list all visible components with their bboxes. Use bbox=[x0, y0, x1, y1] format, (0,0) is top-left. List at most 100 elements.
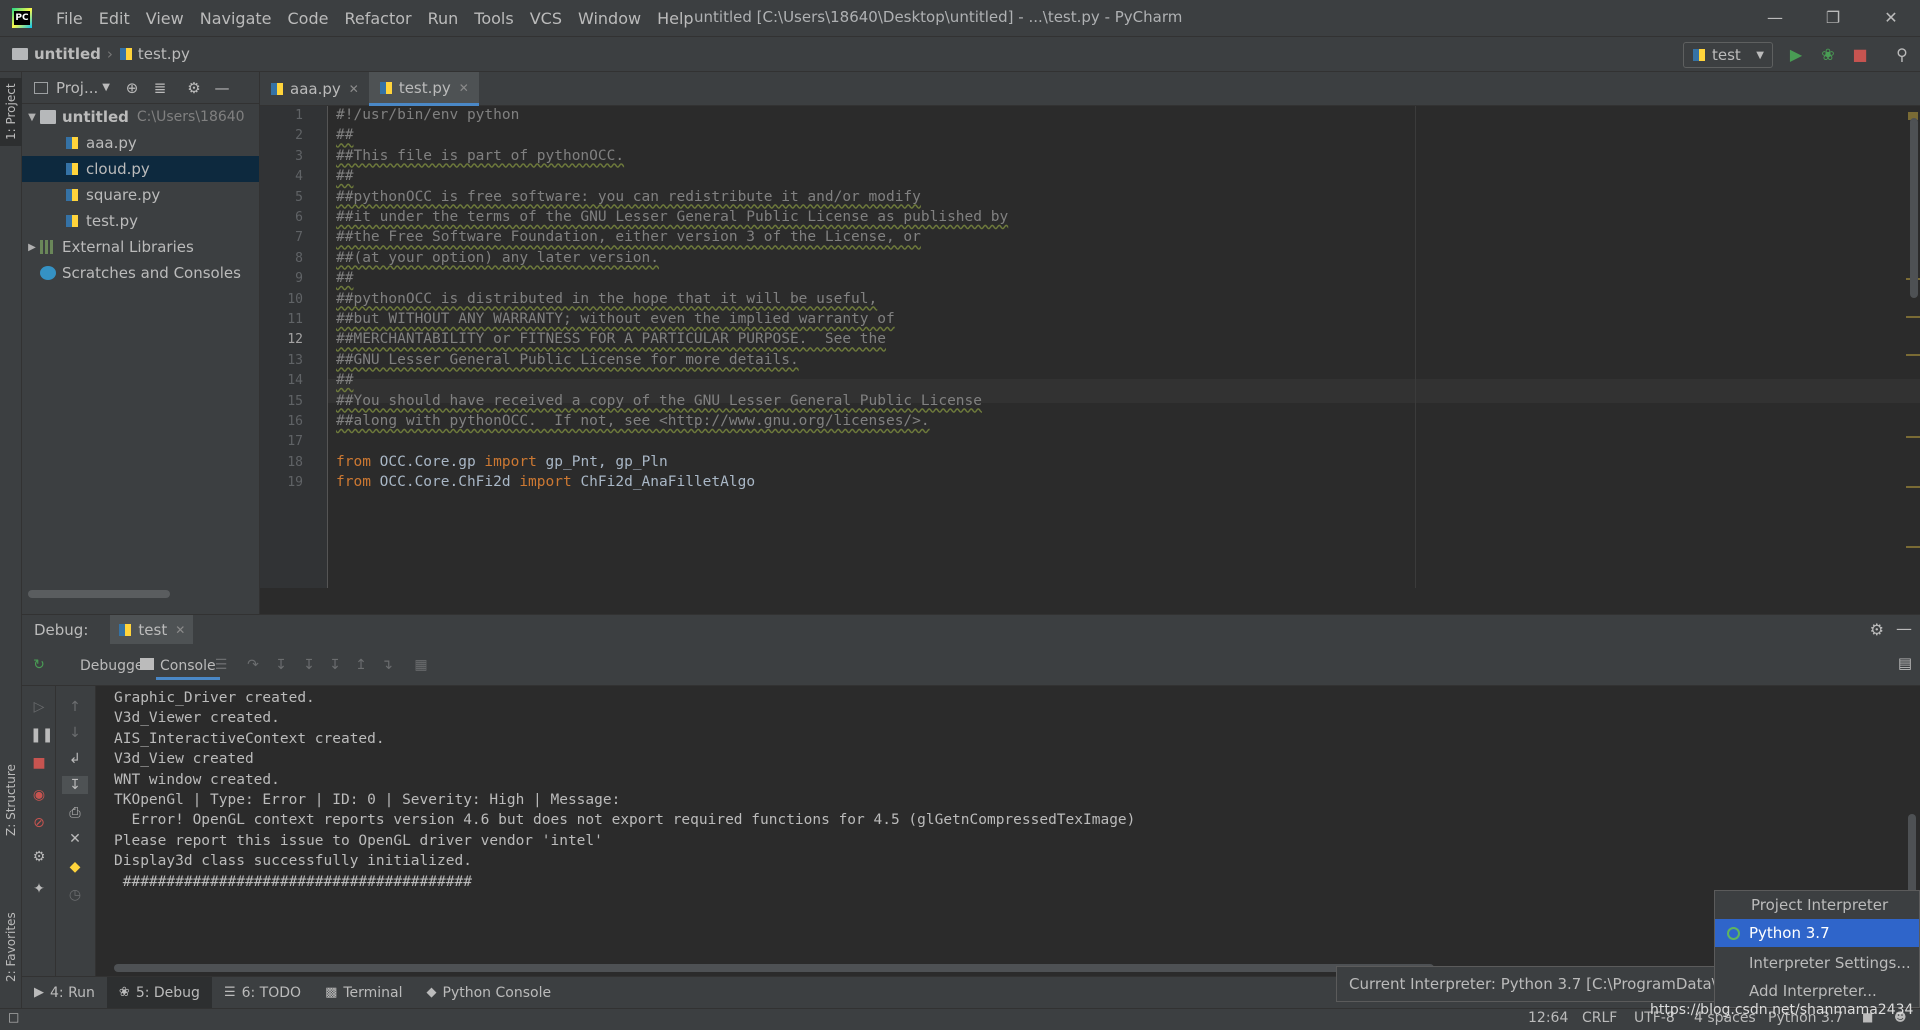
tree-item-aaa[interactable]: aaa.py bbox=[22, 130, 259, 156]
error-stripe-marker[interactable] bbox=[1906, 436, 1920, 438]
tree-item-test[interactable]: test.py bbox=[22, 208, 259, 234]
tab-test-py[interactable]: test.py ✕ bbox=[368, 72, 479, 106]
breadcrumb-project[interactable]: untitled bbox=[12, 45, 101, 63]
pin-icon[interactable]: ✦ bbox=[30, 880, 48, 898]
tree-item-cloud[interactable]: cloud.py bbox=[22, 156, 259, 182]
horizontal-scrollbar[interactable] bbox=[28, 590, 170, 598]
horizontal-scrollbar[interactable] bbox=[114, 964, 1434, 972]
menu-file[interactable]: File bbox=[48, 9, 91, 28]
restore-icon[interactable]: ❐ bbox=[1804, 0, 1862, 36]
error-stripe-marker[interactable] bbox=[1906, 354, 1920, 356]
tab-aaa-py[interactable]: aaa.py ✕ bbox=[260, 72, 369, 106]
stop-icon[interactable]: ■ bbox=[1850, 45, 1870, 65]
tool-tab-favorites[interactable]: 2: Favorites bbox=[0, 872, 22, 1022]
menu-window[interactable]: Window bbox=[570, 9, 649, 28]
debug-console[interactable]: Graphic_Driver created. V3d_Viewer create… bbox=[96, 686, 1920, 976]
print-icon[interactable]: ⎙ bbox=[66, 804, 84, 822]
menu-refactor[interactable]: Refactor bbox=[336, 9, 419, 28]
step-into-my-code-icon[interactable]: ↧ bbox=[300, 656, 318, 674]
gear-icon[interactable]: ⚙ bbox=[180, 79, 208, 97]
search-icon[interactable]: ⚲ bbox=[1892, 45, 1912, 65]
tool-tab-project[interactable]: 1: Project bbox=[0, 78, 22, 146]
line-number: 18 bbox=[287, 454, 303, 470]
menu-code[interactable]: Code bbox=[280, 9, 337, 28]
error-stripe-marker[interactable] bbox=[1906, 546, 1920, 548]
collapsed-arrow-icon[interactable]: ▶ bbox=[24, 242, 40, 253]
tab-debugger[interactable]: Debugger bbox=[80, 652, 149, 680]
step-into-icon[interactable]: ↧ bbox=[272, 656, 290, 674]
popup-item-interpreter-settings[interactable]: Interpreter Settings... bbox=[1715, 949, 1919, 977]
settings-icon[interactable]: ⚙ bbox=[30, 848, 48, 866]
tree-item-square[interactable]: square.py bbox=[22, 182, 259, 208]
tab-console[interactable]: Console bbox=[156, 652, 220, 680]
resume-icon[interactable]: ▷ bbox=[30, 698, 48, 716]
tool-tab-terminal[interactable]: ▩ Terminal bbox=[313, 977, 414, 1009]
view-breakpoints-icon[interactable]: ◉ bbox=[30, 786, 48, 804]
tool-tab-todo[interactable]: ☰ 6: TODO bbox=[212, 977, 313, 1009]
debug-bug-icon[interactable]: ❀ bbox=[1818, 45, 1838, 65]
python-console-icon[interactable]: ◆ bbox=[66, 858, 84, 876]
menu-tools[interactable]: Tools bbox=[466, 9, 521, 28]
step-over-icon[interactable]: ↷ bbox=[244, 656, 262, 674]
down-arrow-icon[interactable]: ↓ bbox=[66, 724, 84, 742]
popup-item-add-interpreter[interactable]: Add Interpreter... bbox=[1715, 977, 1919, 1005]
locate-icon[interactable]: ⊕ bbox=[118, 79, 146, 97]
collapse-all-icon[interactable]: ≣ bbox=[146, 79, 174, 97]
line-number: 15 bbox=[287, 393, 303, 409]
line-separator[interactable]: CRLF bbox=[1582, 1010, 1617, 1026]
vertical-scrollbar[interactable] bbox=[1910, 118, 1918, 298]
menu-run[interactable]: Run bbox=[420, 9, 467, 28]
force-step-into-icon[interactable]: ↧ bbox=[326, 656, 344, 674]
code-editor[interactable]: 1 2 3 4 5 6 7 8 9 10 11 12 13 14 15 16 17 18 19 #!/usr/bin… bbox=[260, 106, 1920, 614]
pause-icon[interactable]: ❚❚ bbox=[30, 726, 53, 744]
tool-tab-run[interactable]: ▶ 4: Run bbox=[22, 977, 107, 1009]
run-config-select[interactable]: test ▼ bbox=[1683, 42, 1773, 68]
menu-view[interactable]: View bbox=[138, 9, 192, 28]
tree-item-untitled[interactable]: ▼ untitled C:\Users\18640 bbox=[22, 104, 259, 130]
frames-icon[interactable]: ☰ bbox=[212, 656, 230, 674]
soft-wrap-icon[interactable]: ↲ bbox=[66, 750, 84, 768]
code-line: ##GNU Lesser General Public License for … bbox=[336, 352, 799, 368]
tool-tab-python-console[interactable]: ◆ Python Console bbox=[415, 977, 564, 1009]
tool-tab-structure[interactable]: Z: Structure bbox=[0, 740, 22, 860]
caret-position[interactable]: 12:64 bbox=[1528, 1010, 1568, 1026]
menu-navigate[interactable]: Navigate bbox=[192, 9, 280, 28]
clear-all-icon[interactable]: ✕ bbox=[66, 830, 84, 848]
close-icon[interactable]: ✕ bbox=[175, 623, 185, 637]
close-icon[interactable]: ✕ bbox=[349, 82, 359, 96]
expanded-arrow-icon[interactable]: ▼ bbox=[24, 112, 40, 123]
debug-session-tab[interactable]: test ✕ bbox=[110, 614, 194, 645]
tree-item-external-libraries[interactable]: ▶ External Libraries bbox=[22, 234, 259, 260]
run-to-cursor-icon[interactable]: ↴ bbox=[378, 656, 396, 674]
python-file-icon bbox=[66, 137, 78, 149]
hide-panel-icon[interactable]: — bbox=[1896, 619, 1912, 638]
hide-panel-icon[interactable]: — bbox=[208, 79, 236, 97]
rerun-icon[interactable]: ↻ bbox=[30, 656, 48, 674]
tool-windows-toggle-icon[interactable]: □ bbox=[8, 1010, 19, 1024]
history-icon[interactable]: ◷ bbox=[66, 886, 84, 904]
close-window-icon[interactable]: ✕ bbox=[1862, 0, 1920, 36]
up-arrow-icon[interactable]: ↑ bbox=[66, 698, 84, 716]
popup-item-python37[interactable]: Python 3.7 bbox=[1715, 919, 1919, 947]
scroll-to-end-icon[interactable]: ↧ bbox=[62, 776, 88, 794]
tree-item-label: aaa.py bbox=[86, 134, 137, 152]
gear-icon[interactable]: ⚙ bbox=[1870, 620, 1884, 639]
error-stripe-marker[interactable] bbox=[1906, 486, 1920, 488]
menu-edit[interactable]: Edit bbox=[91, 9, 138, 28]
mute-breakpoints-icon[interactable]: ⊘ bbox=[30, 814, 48, 832]
breadcrumb-file[interactable]: test.py bbox=[119, 45, 190, 63]
minimize-icon[interactable]: — bbox=[1746, 0, 1804, 36]
error-stripe-marker[interactable] bbox=[1906, 316, 1920, 318]
evaluate-icon[interactable]: ▦ bbox=[412, 656, 430, 674]
tool-tab-debug[interactable]: ❀ 5: Debug bbox=[106, 976, 212, 1009]
close-icon[interactable]: ✕ bbox=[459, 81, 469, 95]
run-icon[interactable]: ▶ bbox=[1786, 45, 1806, 65]
tree-item-scratches[interactable]: Scratches and Consoles bbox=[22, 260, 259, 286]
layout-settings-icon[interactable]: ▤ bbox=[1898, 654, 1912, 672]
project-view-selector[interactable]: Proj... bbox=[56, 79, 98, 97]
stop-icon[interactable]: ■ bbox=[30, 754, 48, 772]
library-icon bbox=[40, 240, 56, 254]
menu-vcs[interactable]: VCS bbox=[522, 9, 570, 28]
chevron-down-icon[interactable]: ▼ bbox=[102, 82, 110, 93]
step-out-icon[interactable]: ↥ bbox=[352, 656, 370, 674]
